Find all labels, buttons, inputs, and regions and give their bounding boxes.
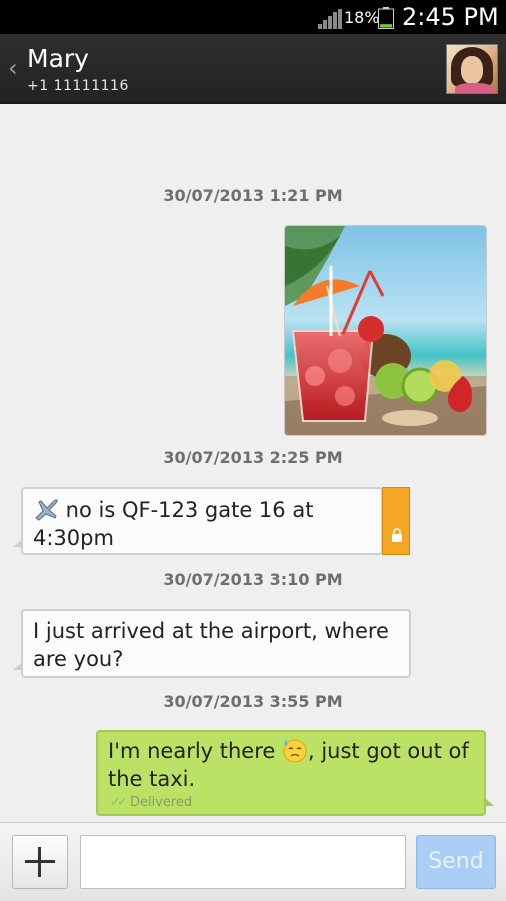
locked-message-tab[interactable]	[382, 487, 410, 555]
conversation-header: ‹ Mary +1 11111116	[0, 34, 506, 104]
back-chevron-icon[interactable]: ‹	[8, 56, 18, 80]
message-timestamp: 30/07/2013 3:55 PM	[163, 692, 343, 711]
contact-avatar[interactable]	[446, 44, 498, 94]
bubble-tail	[13, 539, 23, 547]
received-message-bubble[interactable]: no is QF-123 gate 16 at 4:30pm	[13, 487, 383, 555]
received-message-text: no is QF-123 gate 16 at 4:30pm	[33, 498, 314, 550]
delivery-status-label: Delivered	[129, 795, 193, 810]
battery-icon	[378, 7, 394, 29]
contact-name[interactable]: Mary	[27, 44, 89, 73]
plus-icon	[25, 847, 55, 877]
sent-text-part: I'm nearly there	[108, 739, 282, 763]
delivery-status: ✓✓ Delivered	[110, 795, 192, 810]
received-message-bubble[interactable]: I just arrived at the airport, where are…	[13, 609, 411, 678]
message-input[interactable]	[80, 835, 406, 889]
sent-message-bubble[interactable]: I'm nearly there , just got out of the t…	[96, 730, 494, 816]
sent-message-text: I'm nearly there , just got out of the t…	[108, 737, 474, 793]
attach-button[interactable]	[12, 835, 68, 889]
airplane-icon	[35, 499, 58, 521]
received-message-text: I just arrived at the airport, where are…	[33, 619, 389, 671]
clock: 2:45 PM	[402, 3, 499, 31]
message-composer: Send	[0, 822, 506, 901]
double-check-icon: ✓✓	[110, 795, 128, 810]
message-timestamp: 30/07/2013 2:25 PM	[163, 448, 343, 467]
image-message[interactable]	[284, 225, 487, 436]
sweat-face-icon	[283, 739, 307, 763]
message-timestamp: 30/07/2013 1:21 PM	[163, 186, 343, 205]
send-button[interactable]: Send	[416, 835, 496, 889]
avatar-shirt	[455, 83, 493, 93]
signal-icon	[318, 9, 342, 29]
message-timestamp: 30/07/2013 3:10 PM	[163, 570, 343, 589]
status-bar: 18% 2:45 PM	[0, 0, 506, 34]
lock-icon	[392, 528, 402, 542]
avatar-face	[461, 56, 483, 84]
battery-percent: 18%	[344, 8, 380, 27]
contact-number: +1 11111116	[27, 78, 129, 94]
bubble-tail	[484, 797, 494, 806]
cocktail-photo	[285, 226, 486, 435]
bubble-tail	[13, 662, 23, 670]
